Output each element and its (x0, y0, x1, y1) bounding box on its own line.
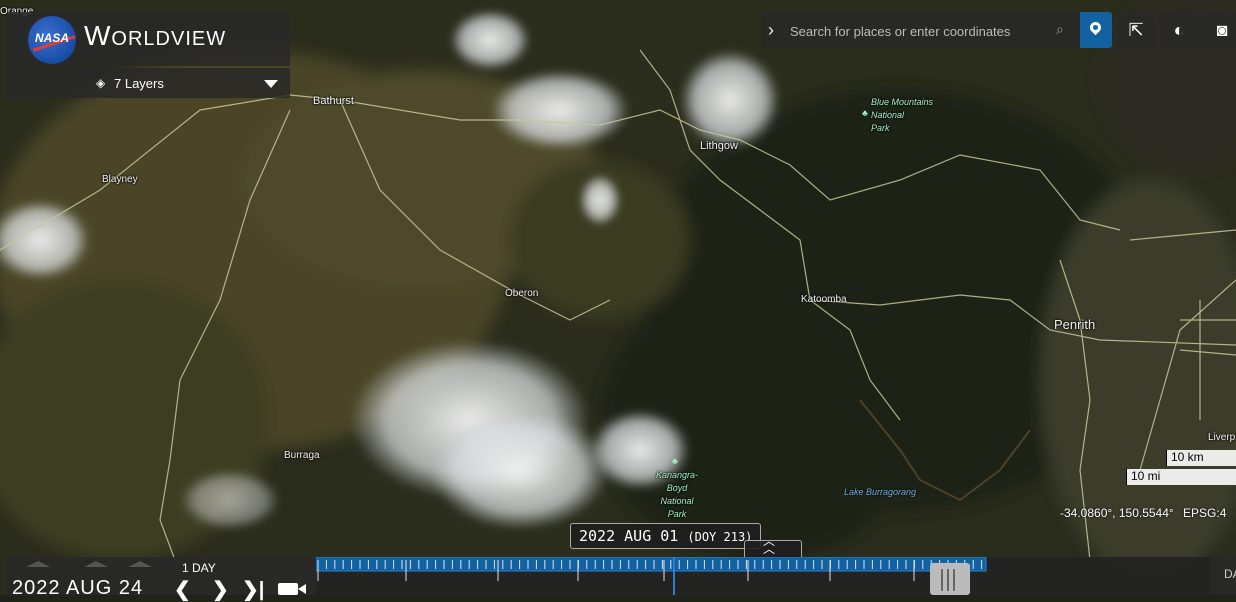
place-label-lithgow: Lithgow (700, 140, 738, 152)
search-input[interactable] (788, 18, 1052, 44)
globe-icon: ◐ (1173, 20, 1185, 40)
timeline-ticks (316, 557, 987, 595)
video-camera-icon[interactable] (278, 583, 306, 595)
projection-code: EPSG:4 (1183, 506, 1227, 520)
timeline-axis[interactable] (316, 557, 1210, 595)
search-bar: ›› ⌕ (762, 12, 1112, 48)
location-pin-button[interactable] (1080, 12, 1112, 48)
chevron-down-icon[interactable] (264, 80, 278, 88)
date-selector: 2022 AUG 24 1 DAY ❮ ❯ ❯| (6, 557, 316, 601)
place-label-bathurst: Bathurst (313, 95, 354, 107)
timeline-zoom-panel[interactable]: DA (1210, 557, 1236, 595)
park-tree-icon: ♣ (672, 456, 678, 466)
year-up-arrow-icon[interactable] (26, 561, 50, 567)
place-label-penrith: Penrith (1054, 317, 1096, 332)
layers-count-label: 7 Layers (114, 76, 164, 91)
share-icon: ⇱ (1128, 20, 1144, 40)
current-date[interactable]: 2022 AUG 24 (12, 577, 143, 600)
timeline-current-handle (930, 563, 970, 595)
hover-doy: (DOY 213) (687, 530, 753, 544)
camera-icon: ◙ (1216, 20, 1228, 40)
park-label-kanangra-boyd: Kanangra- Boyd National Park (655, 470, 699, 519)
place-label-burraga: Burraga (284, 450, 320, 461)
app-title: Worldview (84, 20, 227, 51)
place-label-blayney: Blayney (102, 174, 138, 185)
map-pin-icon (1087, 19, 1104, 36)
scale-mi-label: 10 mi (1126, 469, 1236, 485)
lake-label-burragorang: Lake Burragorang (844, 487, 917, 497)
scale-km-label: 10 km (1166, 450, 1236, 466)
app-header: NASA Worldview (6, 12, 290, 66)
place-label-liverpool: Liverp (1208, 432, 1236, 443)
chevron-up-icon: ︿ ︿ (763, 534, 776, 556)
layers-icon: ◈ (96, 76, 106, 90)
nasa-logo-text: NASA (34, 31, 69, 45)
park-label-blue-mountains: Blue Mountains National Park (871, 97, 934, 133)
timeline-zoom-label: DA (1224, 567, 1236, 581)
hover-date: 2022 AUG 01 (579, 527, 679, 545)
interval-selector[interactable]: 1 DAY (182, 561, 216, 575)
share-button[interactable]: ⇱ (1118, 12, 1154, 48)
day-up-arrow-icon[interactable] (128, 561, 152, 567)
previous-day-button[interactable]: ❮ (174, 577, 191, 602)
timeline-hover-tooltip: 2022 AUG 01 (DOY 213) (570, 523, 762, 549)
layers-toggle[interactable]: ◈ 7 Layers (6, 68, 290, 98)
scale-bar: 10 km 10 mi (1126, 450, 1236, 488)
coordinates-readout[interactable]: -34.0860°, 150.5544° EPSG:4 (1060, 506, 1226, 520)
place-label-katoomba: Katoomba (801, 294, 847, 305)
place-label-oberon: Oberon (505, 288, 539, 299)
coordinates-value: -34.0860°, 150.5544° (1060, 506, 1174, 520)
park-tree-icon: ♣ (862, 108, 868, 118)
search-icon[interactable]: ⌕ (1056, 21, 1064, 38)
month-up-arrow-icon[interactable] (84, 561, 108, 567)
nasa-logo[interactable]: NASA (28, 16, 76, 64)
projection-button[interactable]: ◐ (1161, 12, 1197, 48)
snapshot-button[interactable]: ◙ (1204, 12, 1236, 48)
jump-to-latest-button[interactable]: ❯| (242, 577, 264, 602)
next-day-button[interactable]: ❯ (212, 577, 229, 602)
